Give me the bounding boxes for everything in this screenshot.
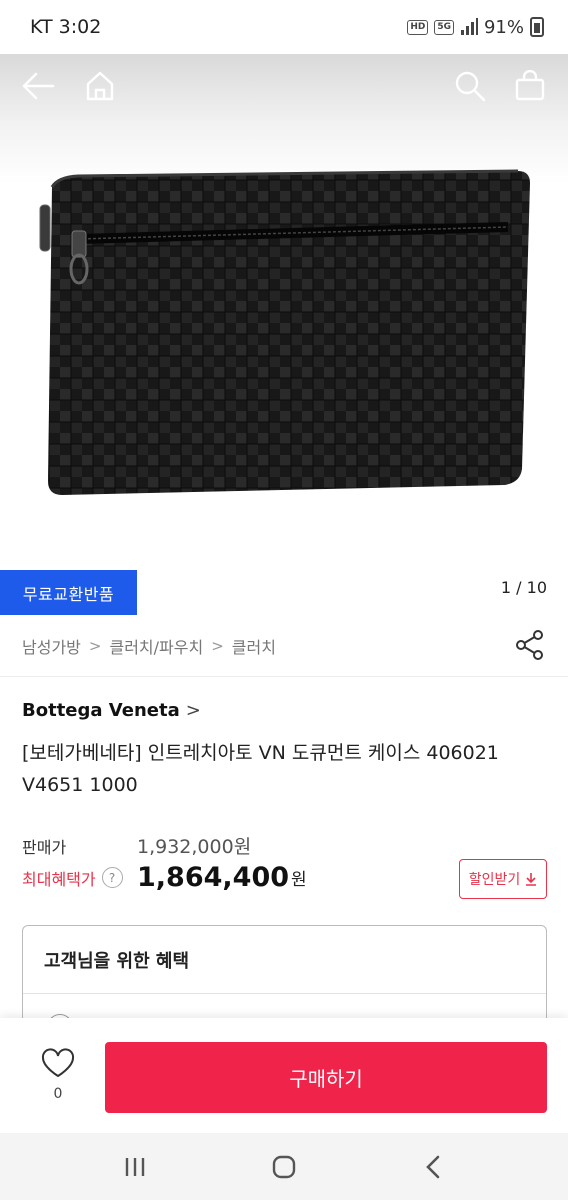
share-icon[interactable] [514,629,546,665]
product-title: [보테가베네타] 인트레치아토 VN 도큐먼트 케이스 406021 V4651… [22,742,499,796]
recent-apps-icon[interactable] [115,1147,155,1187]
heart-icon [41,1048,75,1078]
purchase-bar: 0 구매하기 [0,1018,568,1133]
free-exchange-badge: 무료교환반품 [0,570,137,615]
brand-link[interactable]: Bottega Veneta > [22,700,201,721]
breadcrumb-item-clutch[interactable]: 클러치 [232,634,276,658]
home-icon[interactable] [80,66,120,106]
shopping-bag-icon[interactable] [510,66,550,106]
image-pager: 1 / 10 [500,578,547,597]
battery-percent: 91% [483,16,524,38]
system-nav-bar [0,1133,568,1200]
help-icon[interactable]: ? [101,867,123,888]
back-arrow-icon[interactable] [18,66,58,106]
chevron-right-icon: > [185,700,201,721]
breadcrumb-separator: > [88,636,102,655]
breadcrumb-item-mens-bags[interactable]: 남성가방 [22,634,81,658]
battery-icon [530,17,544,37]
like-button[interactable]: 0 [34,1048,82,1102]
breadcrumb: 남성가방 > 클러치/파우치 > 클러치 [0,615,568,677]
home-button-icon[interactable] [264,1147,304,1187]
buy-button[interactable]: 구매하기 [105,1042,547,1113]
breadcrumb-item-clutch-pouch[interactable]: 클러치/파우치 [109,634,203,658]
status-time: KT 3:02 [30,16,102,38]
like-count: 0 [53,1086,63,1102]
back-icon[interactable] [413,1147,453,1187]
breadcrumb-separator: > [211,636,224,655]
sale-price: 1,932,000원 [137,836,252,858]
download-icon [526,873,537,886]
get-discount-button[interactable]: 할인받기 [459,859,547,899]
brand-name: Bottega Veneta [22,700,180,721]
sale-price-label: 판매가 [22,837,67,857]
product-photo [39,169,530,495]
search-icon[interactable] [450,66,490,106]
status-bar: KT 3:02 HD 5G 91% [0,0,568,54]
product-image-carousel[interactable]: 무료교환반품 1 / 10 [0,54,568,615]
network-5g-icon: 5G [434,19,454,35]
price-unit: 원 [291,870,307,890]
max-benefit-row: 최대혜택가 ? 1,864,400 원 [22,862,307,893]
product-page: KT 3:02 HD 5G 91% 무료교환반품 1 / 10 남성가방 > 클… [0,0,568,1200]
status-icons: HD 5G 91% [407,17,544,38]
top-nav [0,66,568,122]
sale-price-row: 판매가 1,932,000원 [22,832,251,859]
hd-icon: HD [407,19,429,35]
max-benefit-label-group: 최대혜택가 ? [22,866,137,890]
get-discount-label: 할인받기 [468,872,521,888]
max-benefit-label: 최대혜택가 [22,869,96,889]
signal-icon [460,18,478,35]
max-benefit-price: 1,864,400 [137,862,290,893]
benefits-title: 고객님을 위한 혜택 [23,926,546,994]
